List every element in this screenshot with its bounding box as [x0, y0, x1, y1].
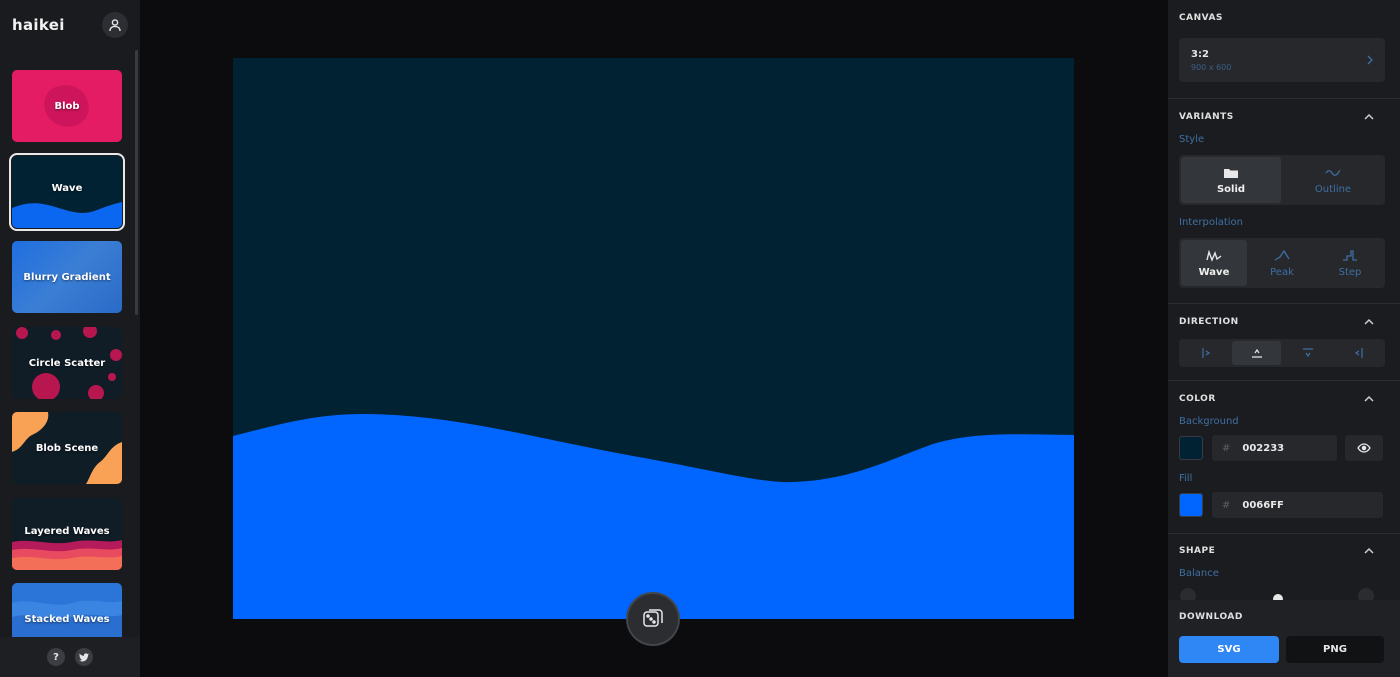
generator-blob-scene[interactable]: Blob Scene	[12, 412, 122, 484]
wave-canvas	[233, 58, 1074, 619]
style-segmented-control: Solid Outline	[1179, 155, 1385, 205]
direction-left-option[interactable]	[1334, 341, 1383, 365]
canvas-size: 900 x 600	[1191, 63, 1232, 72]
wave-outline-icon	[1325, 166, 1341, 180]
style-solid-option[interactable]: Solid	[1181, 157, 1281, 203]
color-section-title: COLOR	[1179, 394, 1216, 404]
hash-icon: #	[1222, 499, 1231, 511]
eye-icon	[1357, 443, 1371, 453]
generator-sidebar: haikei Blob Wave Blurry Gradient Circle …	[0, 0, 140, 677]
step-icon	[1342, 249, 1358, 263]
help-icon: ?	[53, 651, 59, 663]
direction-up-icon	[1251, 348, 1262, 358]
generator-label: Layered Waves	[24, 525, 110, 537]
fill-color-value: 0066FF	[1242, 499, 1284, 511]
generator-stacked-waves[interactable]: Stacked Waves	[12, 583, 122, 637]
sidebar-header: haikei	[0, 0, 140, 50]
direction-section-title: DIRECTION	[1179, 317, 1239, 327]
chevron-up-icon[interactable]	[1364, 112, 1374, 122]
peak-icon	[1274, 249, 1290, 263]
generator-label: Blurry Gradient	[23, 271, 111, 283]
background-color-label: Background	[1179, 416, 1239, 427]
fill-color-input[interactable]: # 0066FF	[1212, 492, 1383, 518]
download-section: DOWNLOAD SVG PNG	[1168, 600, 1400, 677]
sidebar-scrollbar[interactable]	[135, 50, 138, 315]
chevron-up-icon[interactable]	[1364, 546, 1374, 556]
style-solid-label: Solid	[1216, 183, 1246, 195]
download-png-button[interactable]: PNG	[1286, 636, 1384, 663]
dice-icon	[643, 609, 663, 627]
canvas-ratio-selector[interactable]: 3:2 900 x 600	[1179, 38, 1385, 82]
fill-color-swatch[interactable]	[1179, 493, 1203, 517]
interpolation-label: Interpolation	[1179, 217, 1243, 228]
interpolation-wave-label: Wave	[1198, 266, 1230, 278]
generator-label: Blob	[54, 100, 80, 112]
help-button[interactable]: ?	[47, 648, 65, 666]
interpolation-wave-option[interactable]: Wave	[1181, 240, 1247, 286]
canvas-section-title: CANVAS	[1179, 13, 1223, 23]
settings-panel: CANVAS 3:2 900 x 600 VARIANTS Style Soli…	[1168, 0, 1400, 677]
download-section-title: DOWNLOAD	[1179, 612, 1243, 622]
randomize-button[interactable]	[626, 592, 680, 646]
generator-layered-waves[interactable]: Layered Waves	[12, 498, 122, 570]
generator-label: Blob Scene	[35, 442, 99, 454]
divider	[1168, 303, 1400, 304]
chevron-right-icon	[1367, 55, 1373, 65]
generator-label: Circle Scatter	[28, 357, 106, 369]
app-logo[interactable]: haikei	[12, 16, 65, 34]
canvas-ratio: 3:2	[1191, 49, 1209, 60]
direction-up-option[interactable]	[1232, 341, 1281, 365]
canvas-stage	[140, 0, 1168, 677]
interpolation-segmented-control: Wave Peak Step	[1179, 238, 1385, 288]
direction-control	[1179, 339, 1385, 367]
style-outline-option[interactable]: Outline	[1283, 157, 1383, 203]
folder-icon	[1223, 166, 1239, 180]
fill-color-label: Fill	[1179, 473, 1193, 484]
direction-left-icon	[1354, 348, 1363, 358]
background-color-input[interactable]: # 002233	[1212, 435, 1337, 461]
style-label: Style	[1179, 134, 1205, 145]
chevron-up-icon[interactable]	[1364, 394, 1374, 404]
divider	[1168, 98, 1400, 99]
chevron-up-icon[interactable]	[1364, 317, 1374, 327]
direction-down-icon	[1302, 348, 1313, 358]
direction-right-option[interactable]	[1181, 341, 1230, 365]
download-svg-label: SVG	[1217, 644, 1241, 655]
wave-interpolation-icon	[1206, 249, 1222, 263]
interpolation-peak-option[interactable]: Peak	[1249, 240, 1315, 286]
generator-wave[interactable]: Wave	[9, 153, 125, 231]
interpolation-step-option[interactable]: Step	[1317, 240, 1383, 286]
shape-section-title: SHAPE	[1179, 546, 1216, 556]
generator-blob[interactable]: Blob	[12, 70, 122, 142]
toggle-background-visibility-button[interactable]	[1345, 435, 1383, 461]
hash-icon: #	[1222, 442, 1231, 454]
background-color-swatch[interactable]	[1179, 436, 1203, 460]
app-root: haikei Blob Wave Blurry Gradient Circle …	[0, 0, 1400, 677]
divider	[1168, 533, 1400, 534]
direction-right-icon	[1201, 348, 1210, 358]
generator-label: Wave	[51, 182, 83, 194]
download-png-label: PNG	[1323, 644, 1347, 655]
sidebar-footer: ?	[0, 637, 140, 677]
account-button[interactable]	[102, 12, 128, 38]
background-color-value: 002233	[1242, 442, 1285, 454]
balance-label: Balance	[1179, 568, 1219, 579]
stacked-waves-thumbnail-art	[12, 600, 122, 637]
style-outline-label: Outline	[1314, 183, 1352, 195]
direction-down-option[interactable]	[1283, 341, 1332, 365]
twitter-button[interactable]	[75, 648, 93, 666]
generator-list: Blob Wave Blurry Gradient Circle Scatter…	[0, 62, 134, 637]
generator-blurry-gradient[interactable]: Blurry Gradient	[12, 241, 122, 313]
twitter-icon	[79, 652, 89, 661]
divider	[1168, 380, 1400, 381]
user-icon	[109, 19, 121, 32]
generator-circle-scatter[interactable]: Circle Scatter	[12, 327, 122, 399]
interpolation-step-label: Step	[1338, 266, 1362, 278]
variants-section-title: VARIANTS	[1179, 112, 1234, 122]
generator-label: Stacked Waves	[24, 613, 110, 625]
download-svg-button[interactable]: SVG	[1179, 636, 1279, 663]
interpolation-peak-label: Peak	[1270, 266, 1294, 278]
